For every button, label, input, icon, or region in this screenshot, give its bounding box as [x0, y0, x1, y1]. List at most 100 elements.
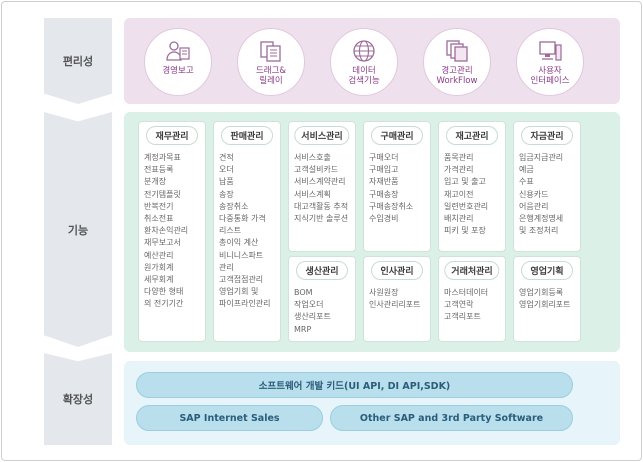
module-item: 세무회계 — [144, 275, 174, 285]
module-items: 입금지급관리 예금 수표 신용카드 어음관리 은행계정명세 및 조정처리 — [519, 152, 577, 237]
sdk-pill: 소프트웨어 개발 키드(UI API, DI API,SDK) — [136, 372, 573, 398]
module-item: 수입경비 — [369, 214, 399, 224]
module-title: 재고관리 — [446, 126, 498, 145]
module-item: 서비스호출 — [294, 153, 331, 162]
module-item: 입고 및 출고 — [444, 177, 486, 187]
feature-label: 데이터 검색기능 — [348, 66, 380, 86]
module-item: 총이익 계산 — [219, 238, 259, 248]
module-inventory: 재고관리 품목관리 가격관리 입고 및 출고 재고이전 일련번호관리 배치관리 … — [438, 121, 506, 252]
module-items: 계정과목표 전표등록 분개장 전기템플릿 반복전기 취소전표 환차손익관리 재무… — [144, 152, 202, 311]
module-item: 비니니스파트 — [219, 250, 264, 260]
module-item: 고객접점관리 — [219, 275, 264, 285]
module-title: 서비스관리 — [294, 126, 350, 145]
module-hr: 인사관리 사원원장 인사관리리포트 — [363, 256, 431, 342]
section-label-extensibility: 확장성 — [44, 353, 112, 445]
module-item: 견적 — [219, 153, 234, 162]
module-item: 구매송장취소 — [369, 201, 414, 211]
module-item: 수표 — [519, 177, 534, 187]
module-items: 영업기회등록 영업기회리포트 — [519, 287, 577, 311]
module-item: 예금 — [519, 165, 534, 175]
module-item: 인사관리리포트 — [369, 300, 421, 310]
module-item: 파이프라인관리 — [219, 299, 271, 309]
module-item: 송장 — [219, 189, 234, 199]
module-partner: 거래처관리 마스터데이터 고객연락 고객리포트 — [438, 256, 506, 342]
computer-icon — [539, 41, 562, 61]
module-treasury: 자금관리 입금지급관리 예금 수표 신용카드 어음관리 은행계정명세 및 조정처… — [513, 121, 581, 252]
module-item: 전표등록 — [144, 165, 174, 175]
module-item: 원가회계 — [144, 262, 174, 272]
convenience-panel: 경영보고 드래그& 릴레이 데이터 검색기능 경고관리 WorkFlow 사용자… — [124, 18, 620, 104]
third-party-pill: Other SAP and 3rd Party Software — [330, 405, 573, 431]
module-item: 납품 — [219, 177, 234, 187]
module-sales-planning: 영업기획 영업기회등록 영업기회리포트 — [513, 256, 581, 342]
feature-circle-workflow: 경고관리 WorkFlow — [423, 28, 491, 96]
module-item: 구매입고 — [369, 165, 399, 175]
module-sales: 판매관리 견적 오더 납품 송장 송장취소 다중통화 가격 리스트 총이익 계산… — [213, 121, 281, 342]
module-items: 사원원장 인사관리리포트 — [369, 287, 427, 311]
section-label-convenience: 편리성 — [44, 18, 112, 104]
feature-label: 드래그& 릴레이 — [255, 66, 287, 86]
module-item: 지식기반 솔루션 — [294, 214, 349, 224]
module-item: 구매오더 — [369, 153, 399, 162]
section-label-function: 기능 — [44, 112, 112, 347]
module-item: 작업오더 — [294, 300, 324, 310]
module-service: 서비스관리 서비스호출 고객설비카드 서비스계약관리 서비스계획 대고객활동 추… — [288, 121, 356, 252]
module-item: 다양한 형태 — [144, 287, 184, 297]
module-item: 영업기회 및 — [219, 287, 259, 297]
module-purchase: 구매관리 구매오더 구매입고 자재반품 구매송장 구매송장취소 수입경비 — [363, 121, 431, 252]
globe-icon — [353, 40, 375, 62]
module-item: 마스터데이터 — [444, 288, 489, 297]
module-title: 재무관리 — [146, 126, 198, 145]
module-title: 거래처관리 — [444, 261, 500, 280]
module-item: 재무보고서 — [144, 238, 181, 248]
folders-icon — [446, 40, 468, 62]
module-item: 서비스계획 — [294, 189, 331, 199]
module-item: 고객설비카드 — [294, 165, 339, 175]
module-item: 계정과목표 — [144, 153, 181, 162]
module-items: BOM 작업오더 생산리포트 MRP — [294, 287, 352, 336]
module-finance: 재무관리 계정과목표 전표등록 분개장 전기템플릿 반복전기 취소전표 환차손익… — [138, 121, 206, 342]
module-item: 배치관리 — [444, 214, 474, 224]
module-item: 영업기회리포트 — [519, 300, 571, 310]
module-items: 품목관리 가격관리 입고 및 출고 재고이전 일련번호관리 배치관리 피키 및 … — [444, 152, 502, 237]
people-icon — [166, 41, 190, 61]
feature-label: 사용자 인터페이스 — [530, 66, 570, 86]
module-item: MRP — [294, 324, 312, 334]
module-title: 판매관리 — [221, 126, 273, 145]
feature-label: 경고관리 WorkFlow — [436, 66, 478, 86]
module-item: 취소전표 — [144, 214, 174, 224]
module-item: 가격관리 — [444, 165, 474, 175]
module-item: 재고이전 — [444, 189, 474, 199]
module-item: 리스트 — [219, 226, 242, 236]
module-item: 구매송장 — [369, 189, 399, 199]
internet-sales-pill: SAP Internet Sales — [136, 405, 323, 431]
extensibility-panel: 소프트웨어 개발 키드(UI API, DI API,SDK) SAP Inte… — [124, 361, 620, 445]
module-item: 고객연락 — [444, 300, 474, 310]
module-item: 피키 및 포장 — [444, 226, 486, 236]
module-item: 품목관리 — [444, 153, 474, 162]
module-item: 오더 — [219, 165, 234, 175]
module-item: 일련번호관리 — [444, 201, 489, 211]
module-items: 구매오더 구매입고 자재반품 구매송장 구매송장취소 수입경비 — [369, 152, 427, 225]
module-item: 신용카드 — [519, 189, 549, 199]
module-title: 생산관리 — [296, 261, 348, 280]
module-title: 구매관리 — [371, 126, 423, 145]
module-item: 다중통화 가격 — [219, 214, 266, 224]
module-item: 예산관리 — [144, 250, 174, 260]
module-item: 서비스계약관리 — [294, 177, 346, 187]
module-items: 마스터데이터 고객연락 고객리포트 — [444, 287, 502, 324]
module-item: 자재반품 — [369, 177, 399, 187]
function-panel: 재무관리 계정과목표 전표등록 분개장 전기템플릿 반복전기 취소전표 환차손익… — [124, 112, 620, 352]
module-item: 생산리포트 — [294, 312, 331, 322]
module-item: 입금지급관리 — [519, 153, 564, 162]
module-item: 환차손익관리 — [144, 226, 189, 236]
module-item: 영업기회등록 — [519, 288, 564, 297]
module-item: BOM — [294, 288, 313, 297]
module-item: 관리 — [219, 262, 234, 272]
module-item: 고객리포트 — [444, 312, 481, 322]
feature-circle-ui: 사용자 인터페이스 — [516, 28, 584, 96]
module-item: 전기템플릿 — [144, 189, 181, 199]
feature-label: 경영보고 — [162, 66, 194, 76]
module-item: 사원원장 — [369, 288, 399, 297]
module-item: 은행계정명세 — [519, 214, 564, 224]
